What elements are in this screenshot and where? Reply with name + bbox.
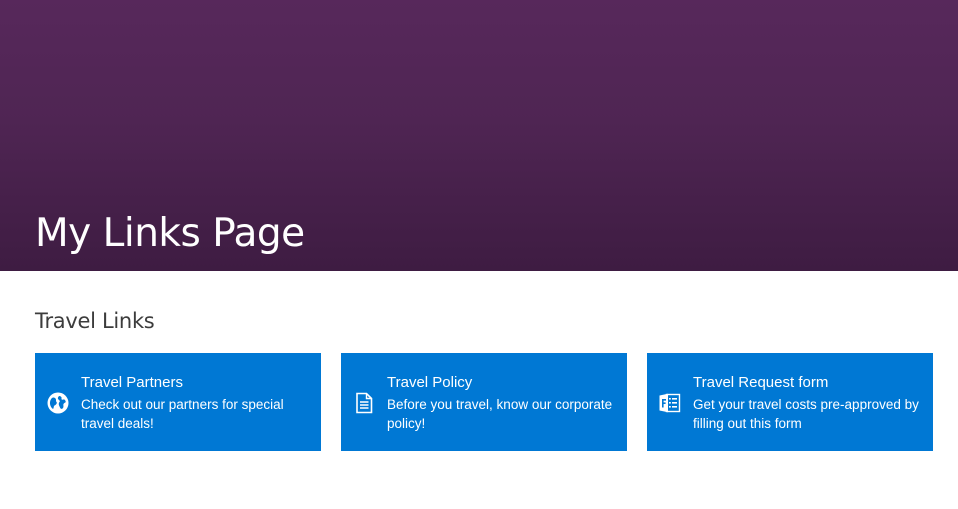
page-title: My Links Page [35,211,305,256]
section-title: Travel Links [35,309,155,333]
forms-icon [658,391,682,415]
tile-description: Get your travel costs pre-approved by fi… [693,397,919,431]
globe-icon [46,391,70,415]
page-header: My Links Page [0,0,958,271]
tile-description: Check out our partners for special trave… [81,397,284,431]
tile-title: Travel Request form [693,374,829,391]
link-tile-travel-request-form[interactable]: Travel Request form Get your travel cost… [647,353,933,451]
tile-title: Travel Policy [387,374,473,391]
link-tile-travel-policy[interactable]: Travel Policy Before you travel, know ou… [341,353,627,451]
link-tile-travel-partners[interactable]: Travel Partners Check out our partners f… [35,353,321,451]
tile-title: Travel Partners [81,374,183,391]
document-icon [352,391,376,415]
tile-description: Before you travel, know our corporate po… [387,397,613,431]
